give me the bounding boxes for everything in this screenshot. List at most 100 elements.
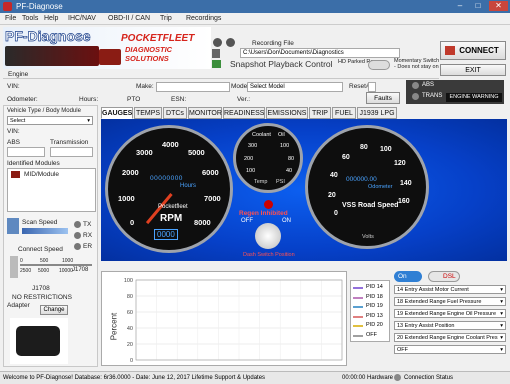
chart-ytick-label: 0	[130, 358, 133, 364]
reset-label: Reset#	[349, 83, 370, 90]
tab-monitor[interactable]: MONITOR	[188, 107, 222, 119]
connect-speed-track[interactable]	[20, 264, 92, 266]
chart-ytick-label: 80	[127, 294, 133, 300]
temp-tick-200: 200	[244, 156, 254, 162]
speed-tick-140: 140	[400, 180, 412, 187]
rpm-title: RPM	[160, 213, 183, 224]
record-indicator[interactable]	[213, 38, 222, 47]
on-toggle[interactable]: On	[394, 271, 422, 282]
pid-select-1[interactable]: 14 Entry Assist Motor Current	[394, 285, 506, 294]
tab-gauges[interactable]: GAUGES	[101, 107, 133, 119]
menu-trip[interactable]: Trip	[160, 15, 172, 22]
tab-readiness[interactable]: READINESS	[223, 107, 265, 119]
vehicle-type-select[interactable]: Select	[7, 116, 93, 125]
hd-parked-toggle[interactable]	[368, 60, 390, 70]
legend-label: PID 20	[366, 322, 383, 328]
model-select[interactable]: Select Model	[247, 82, 343, 92]
scan-speed-slider[interactable]	[22, 228, 68, 234]
oil-tick-100: 100	[280, 143, 290, 149]
rpm-tick-4000: 4000	[162, 140, 179, 149]
exit-button[interactable]: EXIT	[440, 64, 506, 76]
modules-list: MID/Module	[7, 168, 96, 212]
dash-switch-knob[interactable]	[255, 223, 281, 249]
psi-label: PSI	[276, 179, 285, 185]
regen-indicator-light	[264, 200, 273, 209]
faults-button[interactable]: Faults	[366, 92, 400, 104]
menu-obd-can[interactable]: OBD-II / CAN	[108, 15, 150, 22]
menu-help[interactable]: Help	[44, 15, 58, 22]
legend-item: PID 19	[353, 303, 389, 311]
oil-tick-40: 40	[286, 168, 293, 174]
chart-ytick-label: 100	[124, 278, 133, 284]
pid-select-2[interactable]: 18 Extended Range Fuel Pressure	[394, 297, 506, 306]
rpm-tick-1000: 1000	[118, 194, 135, 203]
minimize-button[interactable]: –	[452, 1, 468, 11]
legend-item: OFF	[353, 332, 389, 340]
adapter-device-icon	[16, 326, 60, 356]
maximize-button[interactable]: □	[470, 1, 486, 11]
change-adapter-button[interactable]: Change	[40, 305, 68, 315]
pid-select-3[interactable]: 19 Extended Range Engine Oil Pressure	[394, 309, 506, 318]
logo-subtext: DIAGNOSTIC SOLUTIONS	[125, 45, 173, 63]
connection-status: Connection Status	[404, 375, 454, 381]
rpm-readout: 0000	[154, 229, 178, 240]
chart-panel: 100 80 60 40 20 0 Percent	[101, 271, 347, 366]
tab-emissions[interactable]: EMISSIONS	[266, 107, 308, 119]
pid-select-6[interactable]: OFF	[394, 345, 506, 354]
recording-path-field[interactable]: C:\Users\Don\Documents\Diagnostics	[240, 48, 400, 58]
chart-ytick-label: 20	[127, 342, 133, 348]
module-item[interactable]: MID/Module	[24, 171, 59, 178]
transmission-field[interactable]	[50, 147, 93, 157]
folder-icon[interactable]	[212, 49, 220, 58]
chart-ytick-label: 60	[127, 310, 133, 316]
menu-bar: File Tools Help IHC/NAV OBD-II / CAN Tri…	[0, 13, 510, 25]
engine-warning-indicator: ENGINE WARNING	[446, 93, 502, 102]
close-button[interactable]: ✕	[489, 1, 508, 11]
speed-tick-2500: 2500	[20, 268, 32, 274]
rpm-tick-7000: 7000	[204, 194, 221, 203]
tab-dtcs[interactable]: DTCs	[163, 107, 187, 119]
speed-title: VSS Road Speed	[342, 202, 399, 209]
rpm-tick-3000: 3000	[136, 148, 153, 157]
status-bar: Welcome to PF-Diagnose! Database: 6r36.0…	[0, 371, 510, 384]
menu-ihc-nav[interactable]: IHC/NAV	[68, 15, 96, 22]
legend-label: PID 19	[366, 303, 383, 309]
legend-label: OFF	[366, 331, 377, 338]
connection-light	[394, 374, 401, 381]
legend-swatch	[353, 306, 363, 308]
tab-trip[interactable]: TRIP	[309, 107, 331, 119]
menu-file[interactable]: File	[5, 15, 16, 22]
dsl-toggle[interactable]: DSL	[428, 271, 460, 282]
tab-temps[interactable]: TEMPS	[134, 107, 162, 119]
vin-label: VIN:	[7, 83, 20, 90]
tx-light	[74, 221, 81, 228]
menu-tools[interactable]: Tools	[22, 15, 38, 22]
tab-fuel[interactable]: FUEL	[332, 107, 356, 119]
make-select[interactable]	[156, 82, 230, 92]
rx-light	[74, 232, 81, 239]
regen-inhibited-label: Regen Inhibited	[239, 210, 288, 217]
legend-swatch	[353, 315, 363, 318]
odometer-label: Odometer:	[7, 96, 38, 103]
left-panel: Vehicle Type / Body Module Select VIN: A…	[3, 105, 98, 367]
connect-button[interactable]: CONNECT	[440, 41, 506, 60]
esn-label: ESN:	[171, 96, 187, 103]
momentary-switch-label: Momentary Switch - Does not stay on	[394, 58, 440, 70]
abs-field[interactable]	[7, 147, 45, 157]
pid-select-5[interactable]: 20 Extended Range Engine Coolant Pres	[394, 333, 506, 342]
menu-recordings[interactable]: Recordings	[186, 15, 221, 22]
recording-file-label: Recording File	[252, 40, 294, 47]
pid-select-4[interactable]: 13 Entry Assist Position	[394, 321, 506, 330]
rpm-tick-8000: 8000	[194, 218, 211, 227]
download-icon[interactable]	[212, 60, 221, 68]
j1708-label: J1708	[32, 285, 50, 292]
rpm-tick-0: 0	[130, 218, 135, 227]
connect-speed-thumb[interactable]	[10, 256, 18, 278]
stop-indicator[interactable]	[226, 38, 235, 47]
reset-field[interactable]	[368, 82, 376, 92]
hours-readout: 00000000	[150, 175, 183, 182]
tab-j1939-lpg[interactable]: J1939 LPG	[357, 107, 397, 119]
speed-tick-5000: 5000	[38, 268, 50, 274]
odometer-gauge-label: Odometer	[368, 184, 393, 190]
speed-tick-20: 20	[328, 192, 336, 199]
